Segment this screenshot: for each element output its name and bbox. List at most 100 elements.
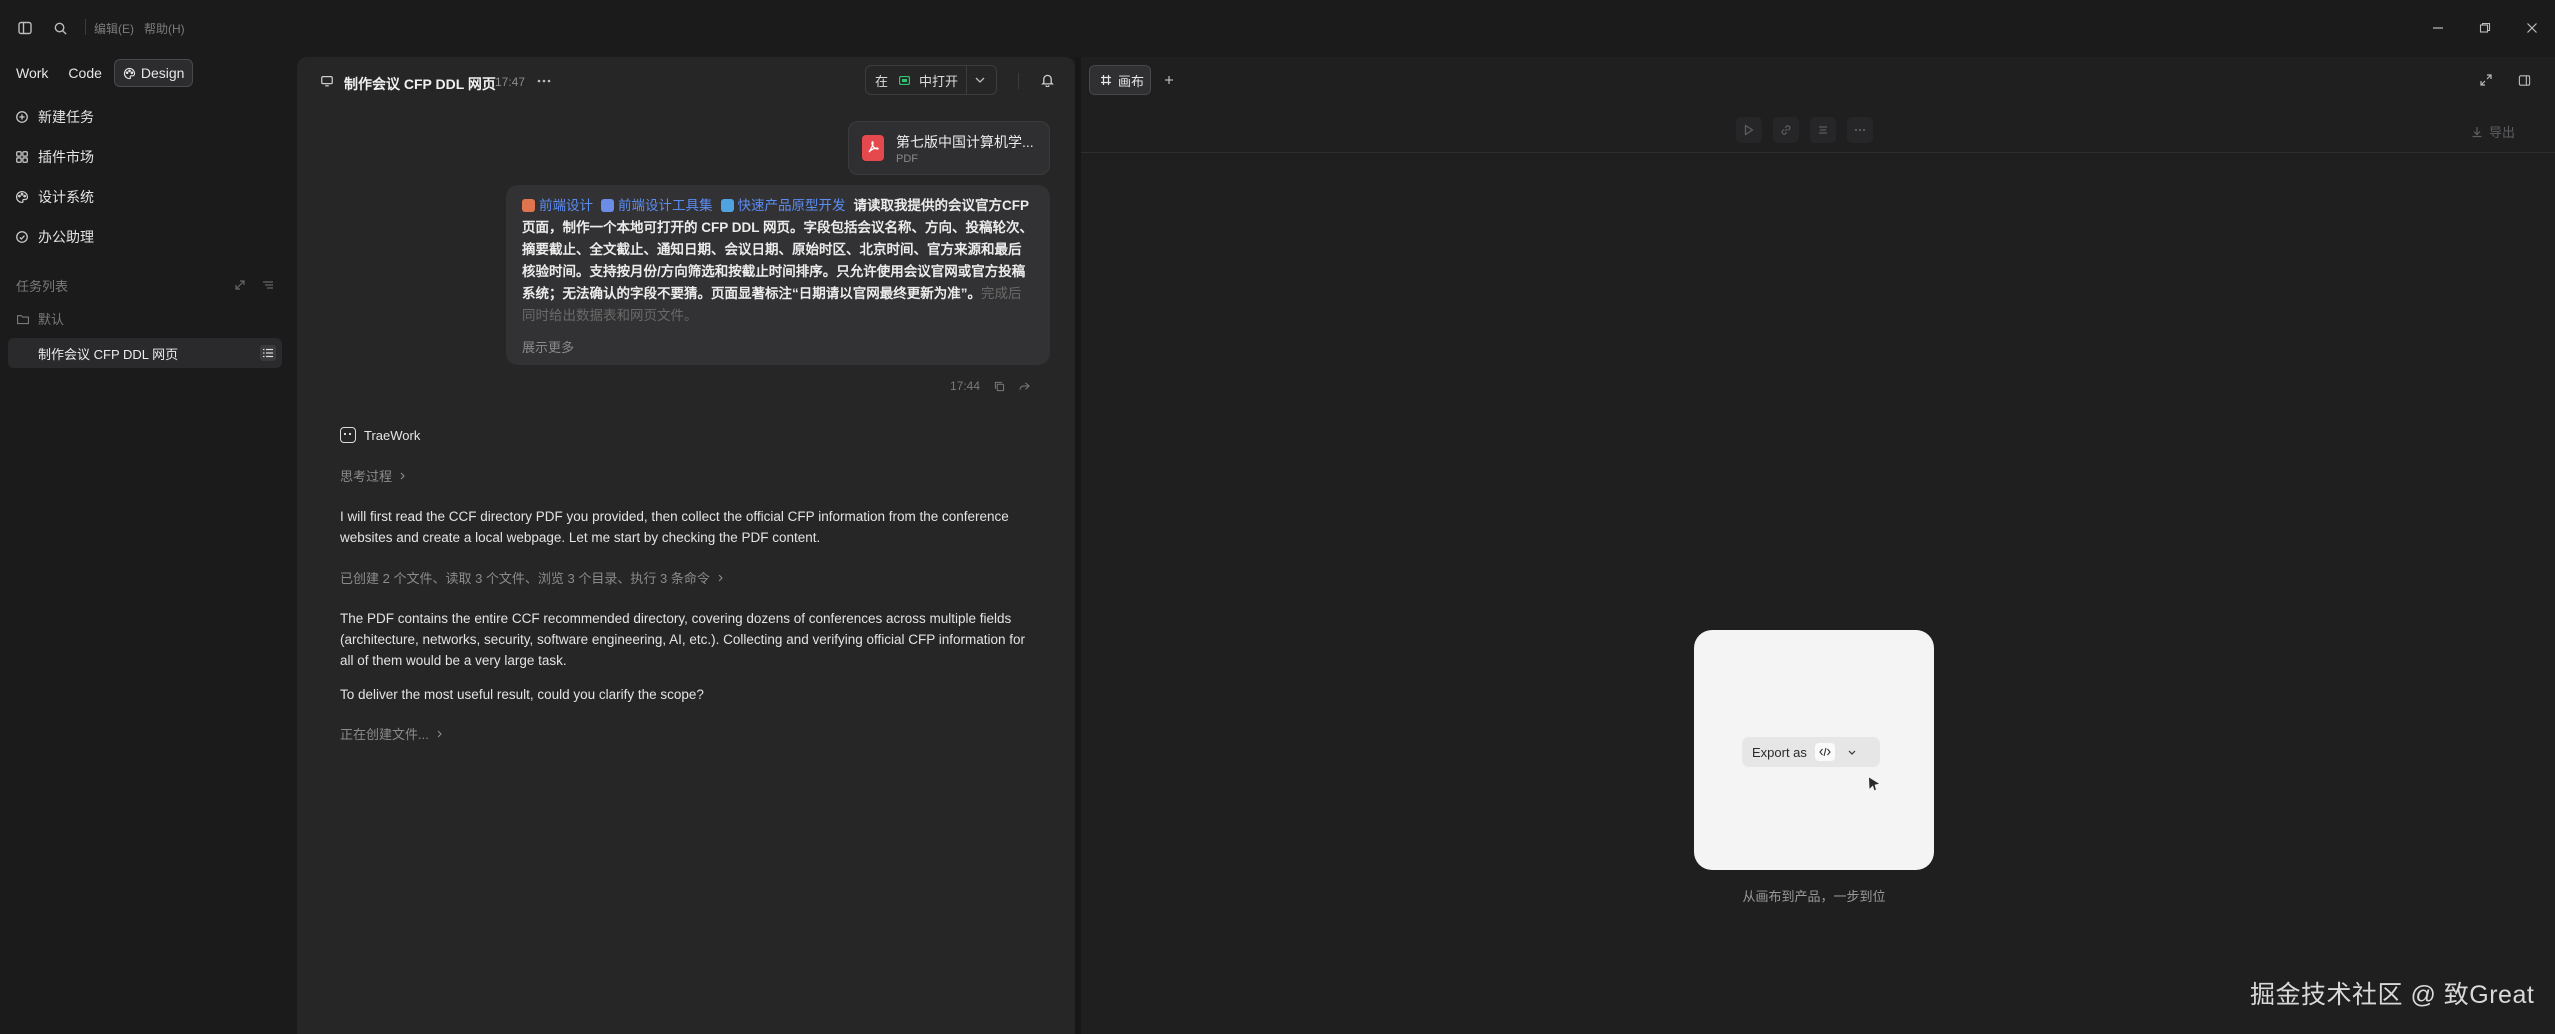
tool-summary-toggle[interactable]: 已创建 2 个文件、读取 3 个文件、浏览 3 个目录、执行 3 条命令: [340, 568, 723, 587]
cursor-icon: [1866, 775, 1882, 793]
share-icon[interactable]: [1019, 381, 1030, 392]
chevron-right-icon: [437, 730, 442, 738]
open-in-button[interactable]: 在 中打开: [865, 65, 997, 95]
mode-code[interactable]: Code: [60, 59, 109, 87]
tool-summary: 已创建 2 个文件、读取 3 个文件、浏览 3 个目录、执行 3 条命令: [340, 571, 710, 586]
sidebar-item-label: 插件市场: [38, 149, 94, 165]
tab-canvas[interactable]: 画布: [1089, 65, 1151, 95]
show-more-link[interactable]: 展示更多: [522, 337, 574, 356]
restore-icon[interactable]: [2471, 14, 2499, 42]
attachment-name: 第七版中国计算机学...: [896, 134, 1034, 150]
watermark: 掘金技术社区 @ 致Great: [2250, 981, 2535, 1009]
frame-icon: [1100, 74, 1112, 86]
thinking-toggle[interactable]: 思考过程: [340, 466, 405, 485]
export-label: 导出: [2489, 125, 2516, 140]
chat-panel: 制作会议 CFP DDL 网页 17:47 在 中打开 第七版中国计算机学...…: [297, 57, 1075, 1034]
collapse-icon[interactable]: [234, 279, 246, 291]
copy-icon[interactable]: [994, 381, 1005, 392]
agent-paragraph: I will first read the CCF directory PDF …: [340, 509, 1009, 545]
add-tab-icon[interactable]: [1161, 72, 1177, 88]
briefcase-icon: [14, 229, 30, 245]
align-icon[interactable]: [1810, 117, 1836, 143]
chevron-right-icon: [400, 472, 405, 480]
panel-toggle-icon[interactable]: [2516, 72, 2532, 88]
message-time: 17:44: [950, 379, 981, 393]
sidebar-item-design-system[interactable]: 设计系统: [14, 185, 94, 209]
canvas-toolbar: 导出: [1081, 105, 2555, 153]
sidebar-item-new-task[interactable]: 新建任务: [14, 105, 94, 129]
skill-tag-label: 快速产品原型开发: [737, 198, 846, 213]
more-tools-icon[interactable]: [1847, 117, 1873, 143]
agent-header: TraeWork: [340, 427, 420, 443]
titlebar-divider: [85, 19, 86, 35]
palette-icon: [123, 67, 136, 80]
open-in-prefix: 在: [875, 73, 889, 89]
bell-icon[interactable]: [1039, 72, 1055, 88]
skill-tag[interactable]: 快速产品原型开发: [720, 198, 846, 213]
tag-icon: [601, 199, 614, 212]
task-list-header: 任务列表: [16, 276, 274, 294]
mode-design[interactable]: Design: [113, 59, 194, 87]
sidebar-item-plugin-market[interactable]: 插件市场: [14, 145, 94, 169]
close-icon[interactable]: [2518, 14, 2546, 42]
download-icon: [2471, 126, 2483, 138]
code-icon: [1814, 743, 1835, 761]
menu-edit[interactable]: 编辑(E): [94, 20, 134, 37]
palette-icon: [14, 189, 30, 205]
folder-label: 默认: [38, 312, 65, 327]
open-in-label: 中打开: [919, 73, 959, 89]
task-item-label: 制作会议 CFP DDL 网页: [38, 346, 179, 362]
chat-time: 17:47: [495, 75, 526, 89]
monitor-icon: [319, 73, 335, 89]
chevron-down-icon[interactable]: [1845, 745, 1859, 759]
tag-icon: [522, 199, 535, 212]
sidebar-item-label: 办公助理: [38, 229, 94, 245]
search-icon[interactable]: [51, 19, 69, 37]
tab-canvas-label: 画布: [1118, 73, 1145, 89]
user-message-text: 请读取我提供的会议官方CFP 页面，制作一个本地可打开的 CFP DDL 网页。…: [522, 198, 1034, 301]
task-list-label: 任务列表: [16, 278, 69, 294]
link-icon[interactable]: [1773, 117, 1799, 143]
folder-default[interactable]: 默认: [16, 309, 64, 328]
creating-label: 正在创建文件...: [340, 727, 429, 742]
skill-tag[interactable]: 前端设计: [522, 198, 593, 213]
tag-icon: [720, 199, 734, 212]
attachment-pdf-card[interactable]: 第七版中国计算机学... PDF: [848, 121, 1050, 175]
more-options-icon[interactable]: [535, 73, 553, 89]
task-item-cfp-ddl[interactable]: 制作会议 CFP DDL 网页: [8, 338, 282, 368]
plugin-grid-icon: [14, 149, 30, 165]
play-icon[interactable]: [1736, 117, 1762, 143]
export-as-button[interactable]: Export as: [1742, 737, 1880, 767]
agent-paragraph: The PDF contains the entire CCF recommen…: [340, 611, 1026, 668]
message-meta: 17:44: [950, 379, 1030, 393]
thinking-label: 思考过程: [340, 469, 393, 484]
chevron-right-icon: [718, 574, 723, 582]
creating-file-status[interactable]: 正在创建文件...: [340, 724, 442, 743]
task-list-icon[interactable]: [260, 345, 276, 361]
skill-tag-label: 前端设计工具集: [618, 198, 713, 213]
folder-icon: [16, 312, 30, 326]
minimize-icon[interactable]: [2424, 14, 2452, 42]
plus-circle-icon: [14, 109, 30, 125]
canvas-preview-card: Export as: [1694, 630, 1934, 870]
export-as-label: Export as: [1752, 744, 1807, 760]
sidebar-item-office-assistant[interactable]: 办公助理: [14, 225, 94, 249]
header-divider: [1018, 73, 1019, 89]
sidebar-item-label: 新建任务: [38, 109, 94, 125]
menu-help[interactable]: 帮助(H): [144, 20, 185, 37]
attachment-type: PDF: [896, 153, 918, 165]
skill-tag[interactable]: 前端设计工具集: [601, 198, 713, 213]
traework-logo-icon: [340, 427, 356, 443]
mode-work[interactable]: Work: [8, 59, 56, 87]
mode-switcher: Work Code Design: [8, 59, 200, 87]
filter-icon[interactable]: [262, 279, 274, 291]
chevron-down-icon[interactable]: [967, 65, 993, 95]
export-button[interactable]: 导出: [2471, 122, 2515, 141]
user-message-bubble: 前端设计 前端设计工具集 快速产品原型开发 请读取我提供的会议官方CFP 页面，制作一…: [506, 185, 1050, 365]
sidebar-toggle-icon[interactable]: [16, 19, 34, 37]
canvas-panel: 画布 导出 Export as 从画布到产品，一步到位: [1081, 57, 2555, 1034]
expand-icon[interactable]: [2478, 72, 2494, 88]
agent-name: TraeWork: [364, 427, 421, 443]
agent-paragraph: To deliver the most useful result, could…: [340, 687, 704, 702]
skill-tag-label: 前端设计: [539, 198, 593, 213]
